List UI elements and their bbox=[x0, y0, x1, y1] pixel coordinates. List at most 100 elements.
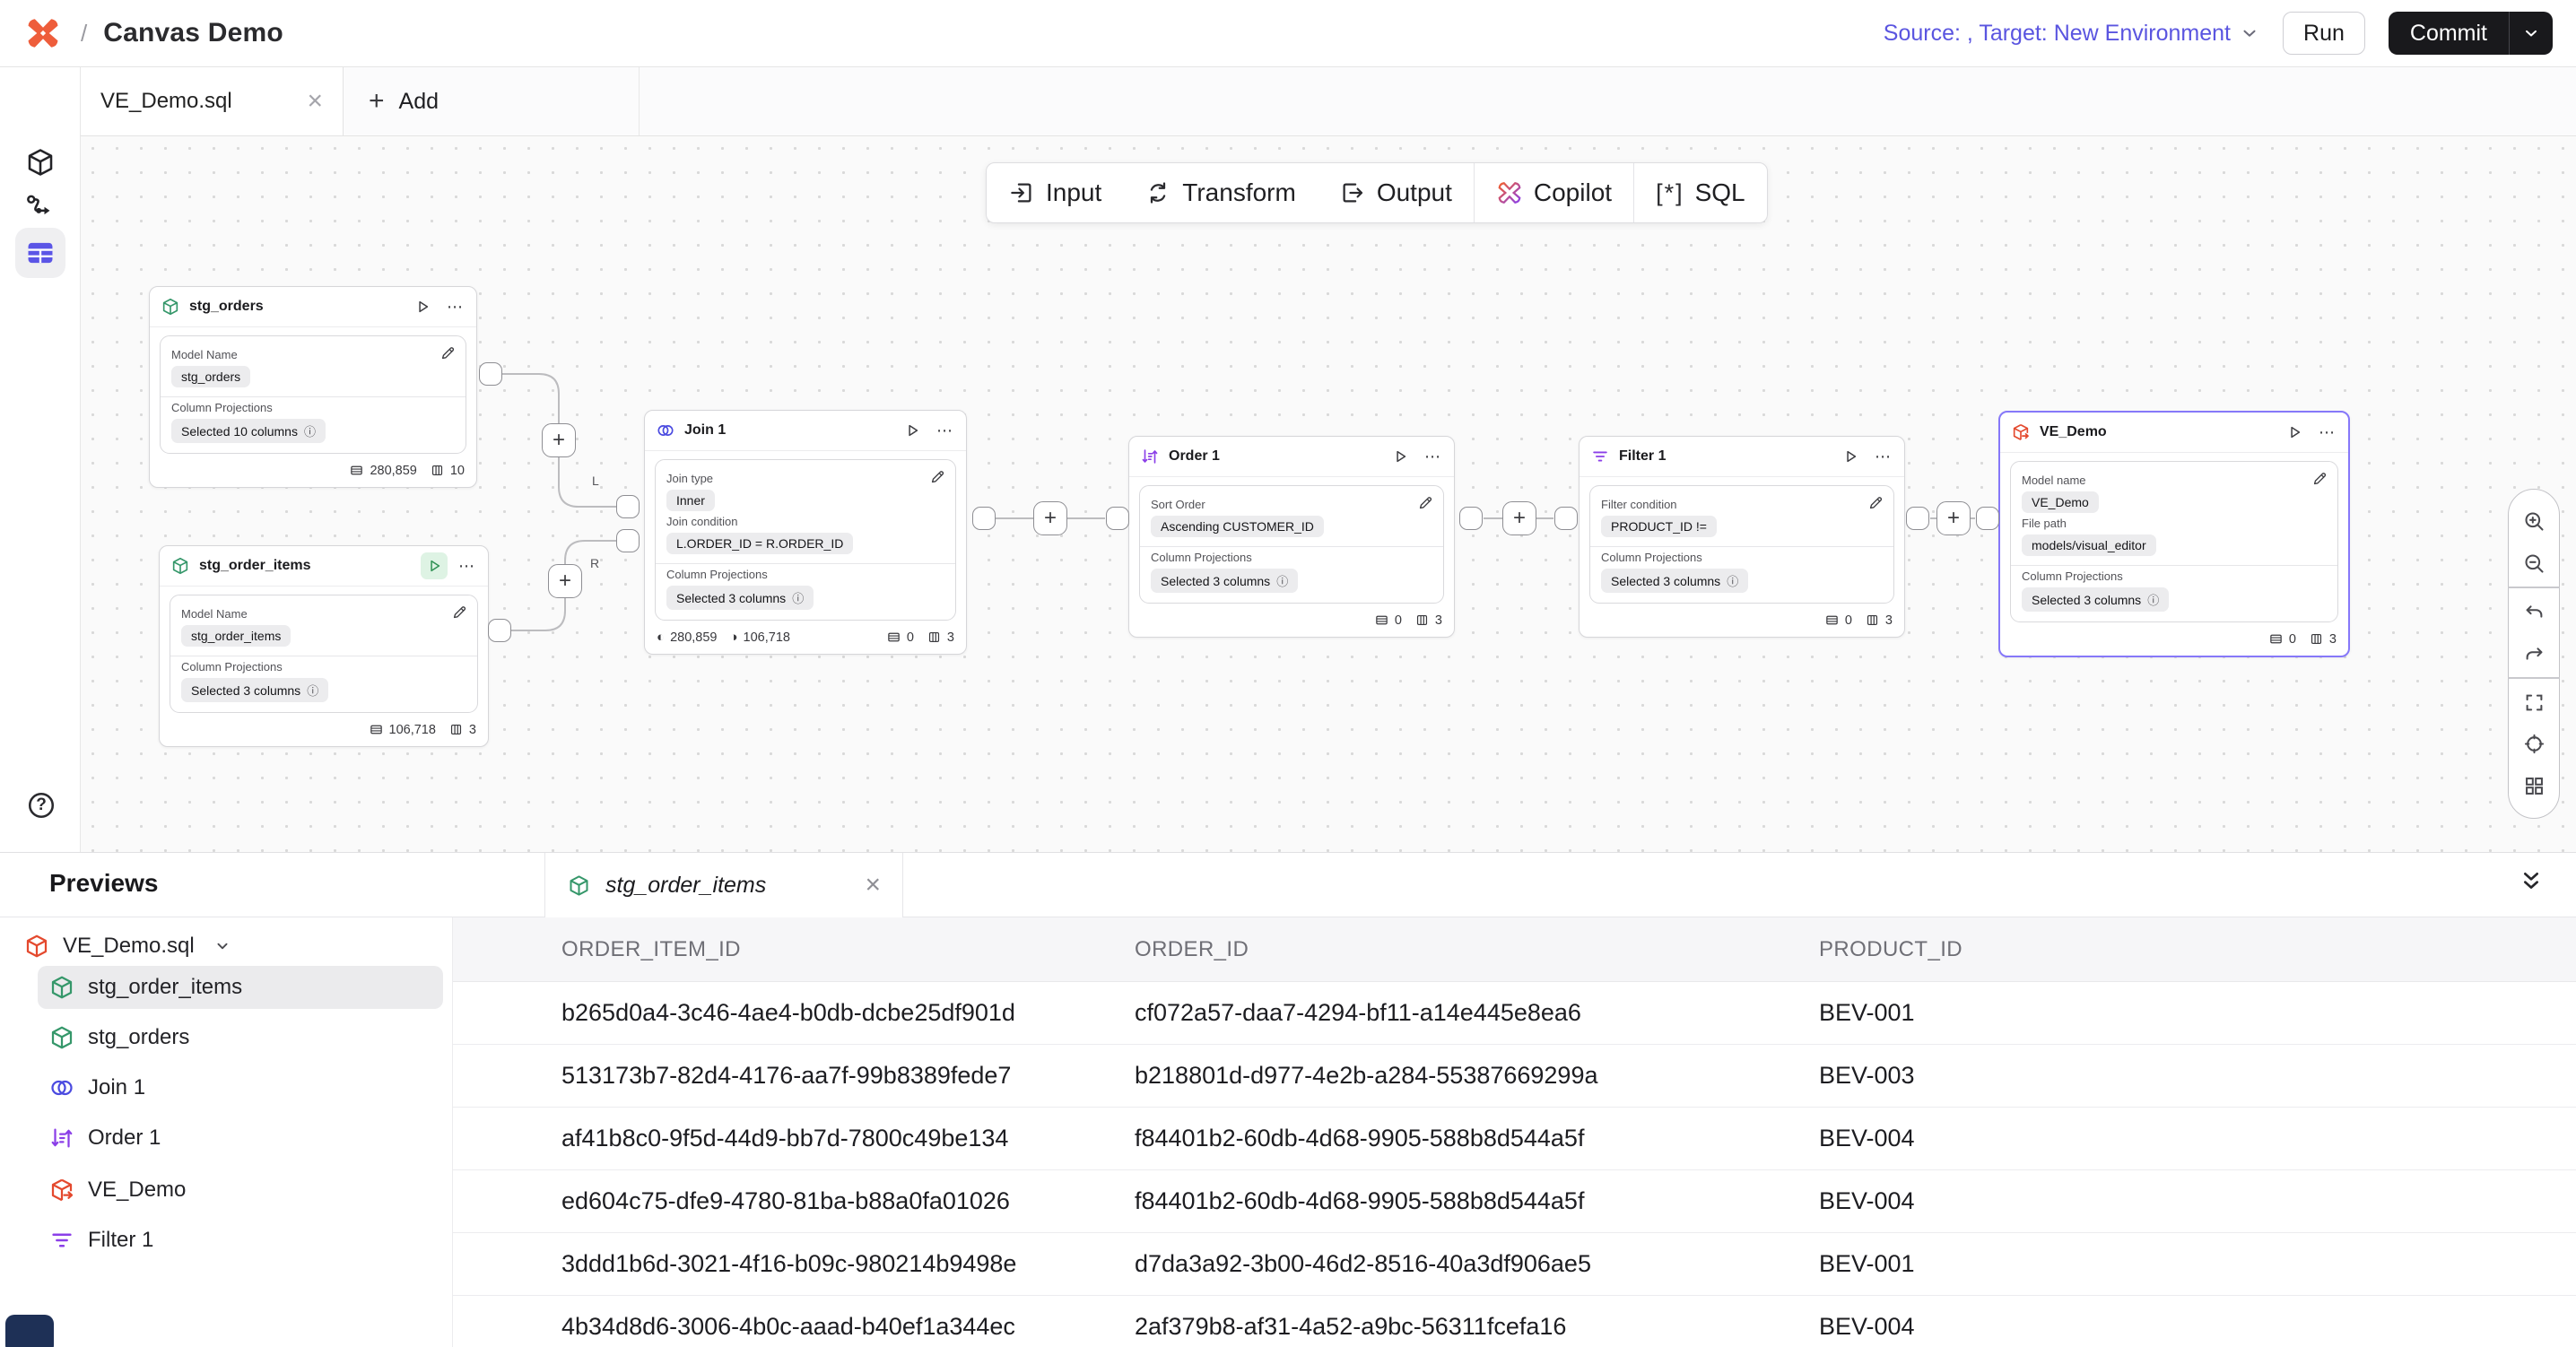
port-stg-order-items-out[interactable] bbox=[488, 619, 511, 642]
table-row[interactable]: af41b8c0-9f5d-44d9-bb7d-7800c49be134 f84… bbox=[453, 1108, 2576, 1170]
column-header[interactable]: PRODUCT_ID bbox=[1819, 937, 2576, 962]
table-row[interactable]: 3ddd1b6d-3021-4f16-b09c-980214b9498e d7d… bbox=[453, 1233, 2576, 1296]
column-projections-pill[interactable]: Selected 3 columnsⓘ bbox=[2022, 587, 2169, 612]
commit-button[interactable]: Commit bbox=[2389, 12, 2509, 55]
port-order-out[interactable] bbox=[1459, 507, 1483, 530]
table-row[interactable]: 513173b7-82d4-4176-aa7f-99b8389fede7 b21… bbox=[453, 1045, 2576, 1108]
node-stg-orders[interactable]: stg_orders ⋯ Model Name stg_orders Colum… bbox=[149, 286, 477, 488]
insert-node-button[interactable]: + bbox=[542, 423, 576, 457]
edit-pencil-icon[interactable] bbox=[2311, 470, 2328, 487]
rail-item-models[interactable] bbox=[15, 137, 65, 187]
port-join-in-right[interactable] bbox=[616, 529, 640, 552]
node-menu-button[interactable]: ⋯ bbox=[935, 421, 955, 440]
tree-item-filter-1[interactable]: Filter 1 bbox=[38, 1219, 443, 1262]
join-type-pill[interactable]: Inner bbox=[666, 490, 715, 511]
collapse-panel-button[interactable] bbox=[2517, 867, 2546, 896]
model-name-pill[interactable]: stg_order_items bbox=[181, 625, 291, 647]
add-input-button[interactable]: Input bbox=[987, 163, 1123, 222]
tree-item-join-1[interactable]: Join 1 bbox=[38, 1066, 443, 1109]
environment-selector[interactable]: Source: , Target: New Environment bbox=[1884, 21, 2259, 47]
rail-item-canvas[interactable] bbox=[15, 228, 65, 278]
chevron-down-icon[interactable] bbox=[213, 936, 232, 956]
port-filter-out[interactable] bbox=[1906, 507, 1929, 530]
add-output-button[interactable]: Output bbox=[1318, 163, 1474, 222]
preview-tab-stg-order-items[interactable]: stg_order_items × bbox=[544, 853, 903, 917]
tree-item-stg-order-items[interactable]: stg_order_items bbox=[38, 966, 443, 1009]
sort-order-pill[interactable]: Ascending CUSTOMER_ID bbox=[1151, 516, 1324, 537]
node-join-1[interactable]: Join 1 ⋯ Join type Inner Join condition … bbox=[644, 410, 967, 655]
field-label: Column Projections bbox=[1151, 551, 1432, 564]
node-menu-button[interactable]: ⋯ bbox=[457, 557, 477, 576]
join-condition-pill[interactable]: L.ORDER_ID = R.ORDER_ID bbox=[666, 533, 853, 554]
insert-node-button[interactable]: + bbox=[1502, 501, 1536, 535]
redo-button[interactable] bbox=[2508, 633, 2560, 675]
port-ve-demo-in[interactable] bbox=[1976, 507, 1999, 530]
column-projections-pill[interactable]: Selected 3 columnsⓘ bbox=[666, 586, 814, 610]
port-order-in[interactable] bbox=[1106, 507, 1129, 530]
run-node-button[interactable] bbox=[899, 417, 926, 444]
column-projections-pill[interactable]: Selected 3 columnsⓘ bbox=[1151, 569, 1298, 593]
run-node-button[interactable] bbox=[1387, 443, 1414, 470]
add-tab-button[interactable]: + Add bbox=[344, 67, 640, 135]
tree-item-order-1[interactable]: Order 1 bbox=[38, 1117, 443, 1160]
layout-grid-button[interactable] bbox=[2508, 765, 2560, 807]
copilot-button[interactable]: Copilot bbox=[1475, 163, 1633, 222]
filter-condition-pill[interactable]: PRODUCT_ID != bbox=[1601, 516, 1717, 537]
edit-pencil-icon[interactable] bbox=[1417, 494, 1434, 511]
edit-pencil-icon[interactable] bbox=[439, 344, 457, 361]
run-node-button[interactable] bbox=[1837, 443, 1864, 470]
edit-pencil-icon[interactable] bbox=[929, 468, 946, 485]
node-menu-button[interactable]: ⋯ bbox=[1423, 448, 1443, 466]
model-name-pill[interactable]: VE_Demo bbox=[2022, 491, 2099, 513]
node-order-1[interactable]: Order 1 ⋯ Sort Order Ascending CUSTOMER_… bbox=[1128, 436, 1455, 638]
run-node-button[interactable] bbox=[2281, 419, 2308, 446]
rail-item-lineage[interactable] bbox=[15, 182, 65, 232]
node-menu-button[interactable]: ⋯ bbox=[2317, 423, 2337, 442]
node-filter-1[interactable]: Filter 1 ⋯ Filter condition PRODUCT_ID !… bbox=[1579, 436, 1905, 638]
column-header[interactable]: ORDER_ITEM_ID bbox=[453, 937, 1135, 962]
run-button[interactable]: Run bbox=[2283, 12, 2365, 55]
fit-view-button[interactable] bbox=[2508, 682, 2560, 724]
column-projections-pill[interactable]: Selected 3 columnsⓘ bbox=[1601, 569, 1748, 593]
tree-item-ve-demo-sql[interactable]: VE_Demo.sql bbox=[13, 925, 243, 968]
port-stg-orders-out[interactable] bbox=[479, 362, 502, 386]
tree-item-stg-orders[interactable]: stg_orders bbox=[38, 1016, 443, 1059]
help-button[interactable]: ? bbox=[26, 790, 57, 821]
close-preview-tab-icon[interactable]: × bbox=[865, 870, 881, 900]
table-cell: 513173b7-82d4-4176-aa7f-99b8389fede7 bbox=[453, 1062, 1135, 1090]
table-row[interactable]: ed604c75-dfe9-4780-81ba-b88a0fa01026 f84… bbox=[453, 1170, 2576, 1233]
column-projections-pill[interactable]: Selected 3 columnsⓘ bbox=[181, 678, 328, 702]
node-stg-order-items[interactable]: stg_order_items ⋯ Model Name stg_order_i… bbox=[159, 545, 489, 747]
port-join-in-left[interactable] bbox=[616, 495, 640, 518]
add-transform-button[interactable]: Transform bbox=[1123, 163, 1318, 222]
node-menu-button[interactable]: ⋯ bbox=[445, 298, 466, 317]
model-name-pill[interactable]: stg_orders bbox=[171, 366, 250, 387]
tab-ve-demo-sql[interactable]: VE_Demo.sql × bbox=[81, 67, 344, 135]
undo-button[interactable] bbox=[2508, 591, 2560, 633]
sql-button[interactable]: [*] SQL bbox=[1634, 163, 1767, 222]
run-node-button[interactable] bbox=[409, 293, 436, 320]
chat-widget-button[interactable] bbox=[5, 1315, 54, 1347]
node-menu-button[interactable]: ⋯ bbox=[1873, 448, 1893, 466]
table-row[interactable]: b265d0a4-3c46-4ae4-b0db-dcbe25df901d cf0… bbox=[453, 982, 2576, 1045]
edit-pencil-icon[interactable] bbox=[451, 604, 468, 621]
insert-node-button[interactable]: + bbox=[548, 564, 582, 598]
column-header[interactable]: ORDER_ID bbox=[1135, 937, 1819, 962]
zoom-in-button[interactable] bbox=[2508, 500, 2560, 543]
zoom-out-button[interactable] bbox=[2508, 543, 2560, 585]
node-ve-demo[interactable]: VE_Demo ⋯ Model name VE_Demo File path m… bbox=[1998, 411, 2350, 657]
insert-node-button[interactable]: + bbox=[1033, 501, 1067, 535]
file-path-pill[interactable]: models/visual_editor bbox=[2022, 534, 2156, 556]
column-projections-pill[interactable]: Selected 10 columnsⓘ bbox=[171, 419, 326, 443]
brand-logo-icon[interactable] bbox=[23, 13, 63, 53]
tree-item-ve-demo[interactable]: VE_Demo bbox=[38, 1169, 443, 1212]
table-row[interactable]: 4b34d8d6-3006-4b0c-aaad-b40ef1a344ec 2af… bbox=[453, 1296, 2576, 1347]
port-filter-in[interactable] bbox=[1554, 507, 1578, 530]
port-join-out[interactable] bbox=[972, 507, 996, 530]
locate-button[interactable] bbox=[2508, 724, 2560, 766]
edit-pencil-icon[interactable] bbox=[1867, 494, 1884, 511]
commit-dropdown-button[interactable] bbox=[2509, 12, 2553, 55]
insert-node-button[interactable]: + bbox=[1936, 501, 1971, 535]
run-node-button[interactable] bbox=[421, 552, 448, 579]
close-tab-icon[interactable]: × bbox=[307, 88, 323, 115]
